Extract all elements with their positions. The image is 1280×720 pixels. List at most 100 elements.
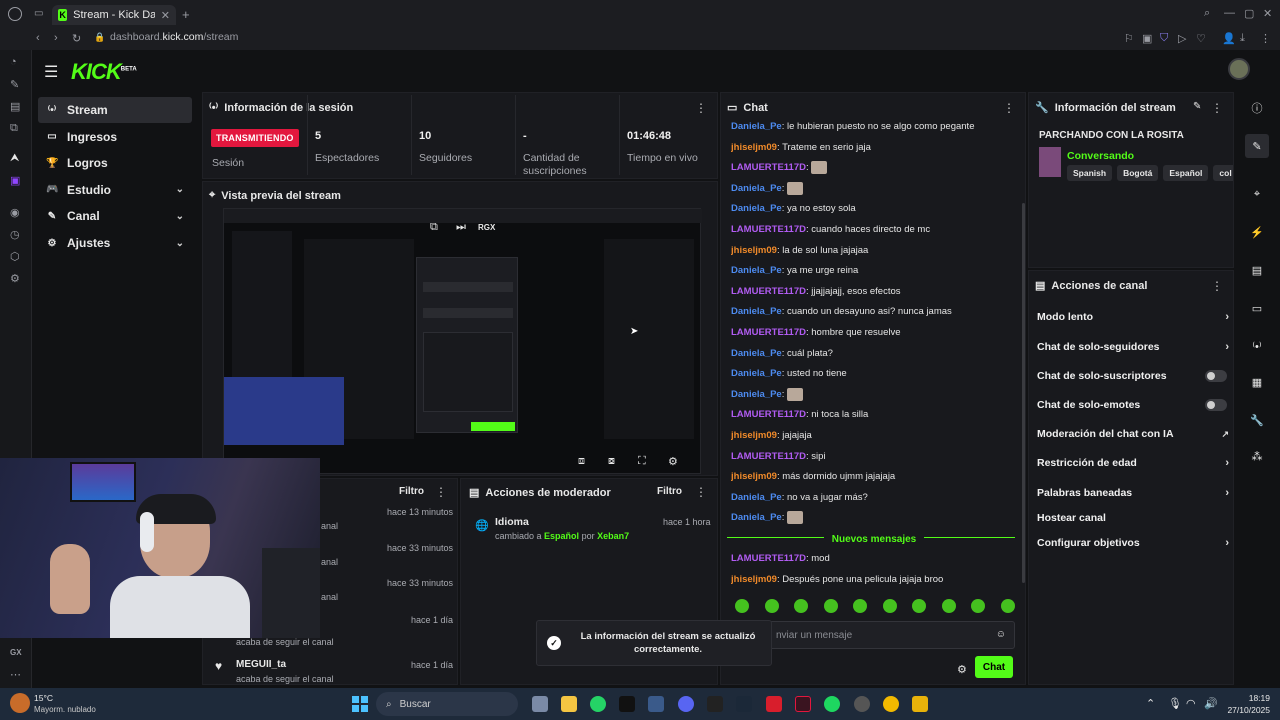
maximize-icon[interactable]: ▢ (1244, 7, 1254, 20)
channel-action-item[interactable]: Modo lento › (1037, 309, 1229, 325)
app-yellow-icon[interactable] (912, 696, 928, 712)
weather-icon[interactable] (10, 693, 30, 713)
chrome-icon[interactable] (883, 696, 899, 712)
chat-message[interactable]: LAMUERTE117D: jjajjajajj, esos efectos (731, 285, 1017, 301)
chat-message[interactable]: Daniela_Pe: (731, 181, 1017, 198)
chat-username[interactable]: Daniela_Pe (731, 203, 782, 214)
sidebar-item-2[interactable]: 🏆 Logros (38, 150, 192, 176)
emote-icon[interactable] (941, 599, 956, 613)
kick-logo[interactable]: KICKBETA (71, 59, 137, 85)
chevron-down-icon[interactable]: ⌄ (176, 211, 184, 222)
edit-icon[interactable]: ✎ (1193, 101, 1201, 112)
kick-side-icon[interactable]: ⮝ (10, 152, 19, 165)
mod-filter-button[interactable]: Filtro (657, 486, 682, 497)
session-kebab-icon[interactable]: ⋮ (695, 101, 707, 115)
profile-icon[interactable]: 👤 (1222, 32, 1236, 45)
channel-action-item[interactable]: Moderación del chat con IA ↗ (1037, 426, 1229, 442)
obs-icon[interactable] (854, 696, 870, 712)
chat-username[interactable]: LAMUERTE117D (731, 553, 806, 564)
fullscreen-icon[interactable]: ⛶ (638, 455, 646, 468)
pencil-icon[interactable]: ✎ (1245, 134, 1269, 158)
opera-gx-icon[interactable] (8, 7, 22, 21)
clip-icon[interactable]: ⧇ (608, 455, 615, 468)
chat-message[interactable]: LAMUERTE117D: hombre que resuelve (731, 326, 1017, 342)
chat-input[interactable]: nviar un mensaje ☺ (735, 621, 1015, 649)
chat-message[interactable]: Daniela_Pe: ya me urge reina (731, 264, 1017, 280)
spotify-icon[interactable] (824, 696, 840, 712)
send-chat-button[interactable]: Chat (975, 656, 1013, 678)
skip-icon[interactable]: ⏭ (456, 221, 466, 234)
speed-dial-icon[interactable]: ◔ (10, 56, 17, 68)
sidebar-item-5[interactable]: ⚙ Ajustes ⌄ (38, 230, 192, 256)
history-icon[interactable]: ◷ (10, 228, 20, 241)
chat-username[interactable]: jhiseljm09 (731, 471, 777, 482)
emote-icon[interactable] (912, 599, 927, 613)
channel-action-item[interactable]: Palabras baneadas › (1037, 485, 1229, 501)
pip-icon[interactable]: ⧈ (578, 455, 585, 468)
shield-icon[interactable]: ⛉ (1160, 32, 1168, 45)
chat-username[interactable]: jhiseljm09 (731, 245, 777, 256)
settings-icon[interactable]: ⚙ (668, 455, 678, 468)
close-window-icon[interactable]: ✕ (1263, 7, 1272, 20)
message-icon[interactable]: ▭ (1245, 296, 1269, 320)
chat-username[interactable]: Daniela_Pe (731, 306, 782, 317)
channel-action-item[interactable]: Configurar objetivos › (1037, 535, 1229, 551)
chat-message[interactable]: jhiseljm09: más dormido ujmm jajajaja (731, 470, 1017, 486)
steam-icon[interactable] (736, 696, 752, 712)
emote-icon[interactable] (823, 599, 838, 613)
channel-action-item[interactable]: Chat de solo-emotes (1037, 397, 1227, 413)
chat-message[interactable]: Daniela_Pe: no va a jugar más? (731, 491, 1017, 507)
chat-username[interactable]: LAMUERTE117D (731, 409, 806, 420)
target-icon[interactable]: ⌖ (1245, 182, 1269, 206)
toggle-switch[interactable] (1205, 399, 1227, 411)
player-icon[interactable]: ◉ (10, 206, 20, 219)
lightning-icon[interactable]: ⚡ (1245, 220, 1269, 244)
broadcast-icon[interactable]: ⁽•⁾ (1245, 334, 1269, 358)
chat-settings-icon[interactable]: ⚙ (957, 663, 967, 676)
chat-username[interactable]: Daniela_Pe (731, 389, 782, 400)
bookmark-icon[interactable]: ⚐ (1124, 32, 1134, 45)
mod-kebab-icon[interactable]: ⋮ (695, 485, 707, 499)
mod-item-user[interactable]: Xeban7 (597, 531, 629, 541)
tag-chip[interactable]: col (1213, 165, 1233, 181)
emote-icon[interactable] (794, 599, 809, 613)
extensions-icon[interactable]: ✎ (10, 78, 19, 91)
twitch-icon[interactable]: ▣ (10, 174, 20, 187)
chat-username[interactable]: LAMUERTE117D (731, 451, 806, 462)
emote-icon[interactable] (853, 599, 868, 613)
clock-date[interactable]: 27/10/2025 (1220, 705, 1270, 715)
taskbar-search[interactable]: ⌕ Buscar (376, 692, 518, 716)
chat-scrollbar[interactable] (1022, 203, 1025, 583)
chevron-down-icon[interactable]: ⌄ (176, 184, 184, 195)
tag-chip[interactable]: Spanish (1067, 165, 1113, 181)
chat-message[interactable]: Daniela_Pe: (731, 511, 1017, 527)
chat-messages[interactable]: Daniela_Pe: le hubieran puesto no se alg… (721, 118, 1027, 588)
chat-message[interactable]: jhiseljm09: la de sol luna jajajaa (731, 244, 1017, 260)
emote-icon[interactable] (735, 599, 749, 613)
sidebar-item-0[interactable]: ⁽•⁾ Stream (38, 97, 192, 123)
chat-username[interactable]: Daniela_Pe (731, 512, 782, 523)
chat-message[interactable]: Daniela_Pe: le hubieran puesto no se alg… (731, 120, 1017, 136)
stream-preview-video[interactable]: ⧉ ⏭ RGX ➤ ⧈ ⧇ ⛶ ⚙ (223, 208, 702, 474)
wrench-icon[interactable]: 🔧 (1245, 408, 1269, 432)
document-icon[interactable]: ▤ (1245, 258, 1269, 282)
chat-username[interactable]: Daniela_Pe (731, 265, 782, 276)
popout-icon[interactable]: ⧉ (430, 221, 438, 234)
settings-side-icon[interactable]: ⚙ (10, 272, 20, 285)
news-icon[interactable]: ▤ (10, 100, 20, 113)
chat-username[interactable]: jhiseljm09 (731, 430, 777, 441)
chat-message[interactable]: LAMUERTE117D: (731, 161, 1017, 177)
reload-icon[interactable]: ↻ (72, 32, 81, 45)
app-icon[interactable] (648, 696, 664, 712)
chat-message[interactable]: LAMUERTE117D: ni toca la silla (731, 408, 1017, 424)
emote-icon[interactable] (882, 599, 897, 613)
play-icon[interactable]: ▷ (1178, 32, 1186, 45)
tiktok-icon[interactable] (619, 696, 635, 712)
tab-close-icon[interactable]: ✕ (161, 9, 170, 22)
chat-username[interactable]: Daniela_Pe (731, 348, 782, 359)
chat-message[interactable]: Daniela_Pe: (731, 387, 1017, 404)
app-red-icon[interactable] (766, 696, 782, 712)
emote-icon[interactable] (764, 599, 779, 613)
new-tab-icon[interactable]: + (182, 7, 190, 22)
chevron-down-icon[interactable]: ⌄ (176, 238, 184, 249)
